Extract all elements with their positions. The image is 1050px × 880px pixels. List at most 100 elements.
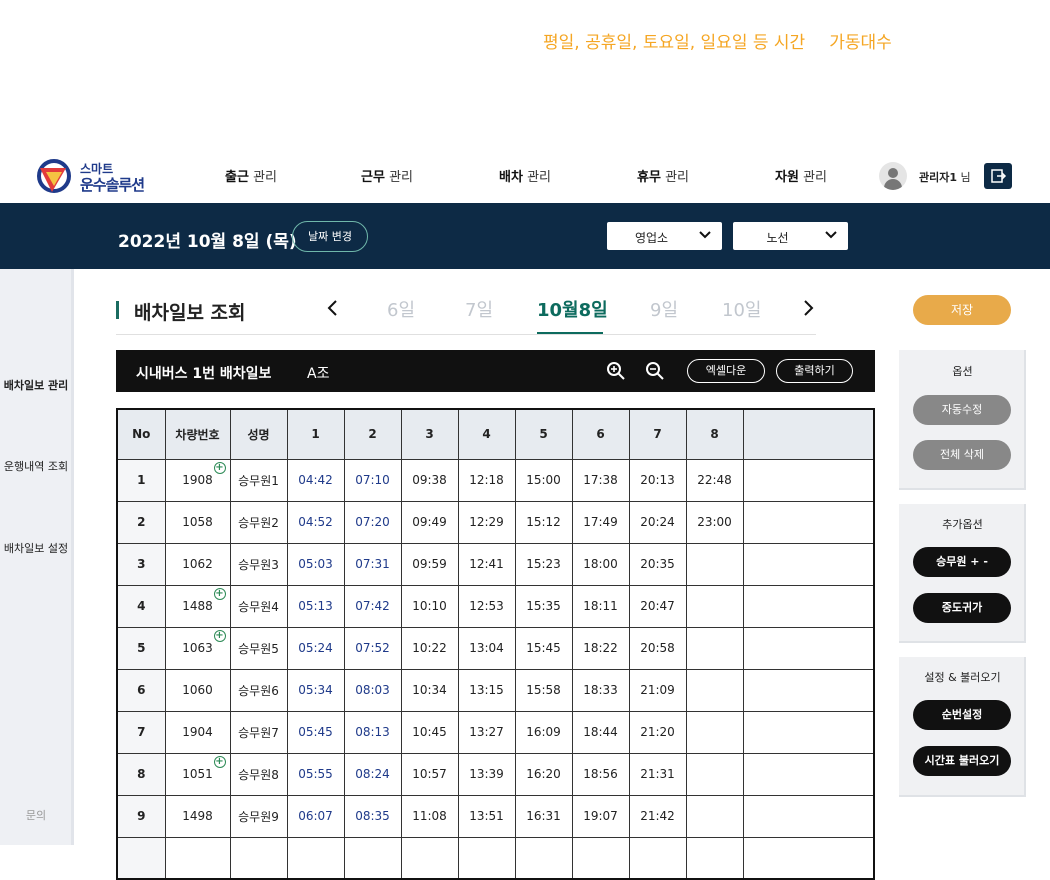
vehicle-number[interactable]: 1062: [164, 542, 231, 586]
crew-name[interactable]: 승무원7: [229, 710, 288, 754]
crew-name[interactable]: 승무원4: [229, 584, 288, 628]
row-number[interactable]: 4: [116, 584, 166, 628]
trip-time[interactable]: 07:10: [343, 458, 402, 502]
trip-time[interactable]: 12:53: [457, 584, 516, 628]
trip-time[interactable]: 21:20: [628, 710, 687, 754]
day-tab-10[interactable]: 10일: [722, 296, 761, 322]
vehicle-number[interactable]: 1498: [164, 794, 231, 838]
trip-time[interactable]: 10:57: [400, 752, 459, 796]
trip-time[interactable]: 16:31: [514, 794, 573, 838]
row-number[interactable]: 5: [116, 626, 166, 670]
table-row[interactable]: 9 1498 승무원9 06:07 08:35 11:08 13:51 16:31 19:07 2…: [116, 794, 875, 838]
trip-time[interactable]: 04:52: [286, 500, 345, 544]
crew-name[interactable]: 승무원5: [229, 626, 288, 670]
trip-time[interactable]: 15:35: [514, 584, 573, 628]
trip-time[interactable]: 11:08: [400, 794, 459, 838]
trip-time[interactable]: 12:41: [457, 542, 516, 586]
trip-time[interactable]: [685, 542, 744, 586]
table-row[interactable]: 7 1904 승무원7 05:45 08:13 10:45 13:27 16:09 18:44 2…: [116, 710, 875, 754]
trip-time[interactable]: 07:42: [343, 584, 402, 628]
crew-add-remove-button[interactable]: 승무원 + -: [913, 547, 1011, 577]
trip-time[interactable]: 19:07: [571, 794, 630, 838]
trip-time[interactable]: [685, 584, 744, 628]
order-settings-button[interactable]: 순번설정: [913, 700, 1011, 730]
add-circle-icon[interactable]: +: [213, 629, 226, 642]
add-circle-icon[interactable]: +: [213, 755, 226, 768]
trip-time[interactable]: 15:45: [514, 626, 573, 670]
trip-time[interactable]: 08:13: [343, 710, 402, 754]
excel-download-button[interactable]: 엑셀다운: [687, 359, 765, 383]
vehicle-number[interactable]: 1063 +: [164, 626, 231, 670]
logo[interactable]: 스마트 운수솔루션: [36, 158, 156, 194]
vehicle-number[interactable]: 1908 +: [164, 458, 231, 502]
trip-time[interactable]: 22:48: [685, 458, 744, 502]
crew-name[interactable]: 승무원2: [229, 500, 288, 544]
trip-time[interactable]: 04:42: [286, 458, 345, 502]
table-row[interactable]: 6 1060 승무원6 05:34 08:03 10:34 13:15 15:58 18:33 2…: [116, 668, 875, 712]
trip-time[interactable]: 09:49: [400, 500, 459, 544]
vehicle-number[interactable]: 1051 +: [164, 752, 231, 796]
table-row[interactable]: 2 1058 승무원2 04:52 07:20 09:49 12:29 15:12 17:49 2…: [116, 500, 875, 544]
trip-time[interactable]: [685, 668, 744, 712]
vehicle-number[interactable]: 1488 +: [164, 584, 231, 628]
chevron-left-icon[interactable]: [326, 299, 340, 317]
trip-time[interactable]: 21:09: [628, 668, 687, 712]
trip-time[interactable]: 18:11: [571, 584, 630, 628]
vehicle-number[interactable]: 1058: [164, 500, 231, 544]
trip-time[interactable]: 10:10: [400, 584, 459, 628]
crew-name[interactable]: 승무원6: [229, 668, 288, 712]
early-return-button[interactable]: 중도귀가: [913, 593, 1011, 623]
trip-time[interactable]: 16:09: [514, 710, 573, 754]
day-tab-current[interactable]: 10월8일: [537, 296, 608, 322]
route-select[interactable]: 노선: [733, 222, 848, 250]
trip-time[interactable]: 10:22: [400, 626, 459, 670]
trip-time[interactable]: 13:04: [457, 626, 516, 670]
trip-time[interactable]: 06:07: [286, 794, 345, 838]
trip-time[interactable]: [685, 710, 744, 754]
table-row[interactable]: 8 1051 + 승무원8 05:55 08:24 10:57 13:39 16:20 18:56…: [116, 752, 875, 796]
trip-time[interactable]: 20:47: [628, 584, 687, 628]
row-number[interactable]: 1: [116, 458, 166, 502]
trip-time[interactable]: [685, 794, 744, 838]
table-row[interactable]: 4 1488 + 승무원4 05:13 07:42 10:10 12:53 15:35 18:11…: [116, 584, 875, 628]
trip-time[interactable]: 09:59: [400, 542, 459, 586]
menu-leave[interactable]: 휴무 관리: [637, 166, 689, 185]
auto-edit-button[interactable]: 자동수정: [913, 395, 1011, 425]
logout-button[interactable]: [984, 163, 1012, 189]
menu-dispatch[interactable]: 배차 관리: [499, 166, 551, 185]
trip-time[interactable]: 10:45: [400, 710, 459, 754]
trip-time[interactable]: 20:24: [628, 500, 687, 544]
row-number[interactable]: 3: [116, 542, 166, 586]
trip-time[interactable]: 15:23: [514, 542, 573, 586]
zoom-out-icon[interactable]: [645, 361, 665, 381]
trip-time[interactable]: 05:03: [286, 542, 345, 586]
trip-time[interactable]: 20:58: [628, 626, 687, 670]
trip-time[interactable]: 18:44: [571, 710, 630, 754]
trip-time[interactable]: 13:51: [457, 794, 516, 838]
trip-time[interactable]: 18:33: [571, 668, 630, 712]
trip-time[interactable]: [685, 626, 744, 670]
trip-time[interactable]: 05:45: [286, 710, 345, 754]
trip-time[interactable]: 07:52: [343, 626, 402, 670]
day-tab-6[interactable]: 6일: [387, 296, 415, 322]
trip-time[interactable]: 20:13: [628, 458, 687, 502]
trip-time[interactable]: 05:55: [286, 752, 345, 796]
trip-time[interactable]: 15:12: [514, 500, 573, 544]
crew-name[interactable]: 승무원1: [229, 458, 288, 502]
trip-time[interactable]: 13:27: [457, 710, 516, 754]
vehicle-number[interactable]: 1060: [164, 668, 231, 712]
trip-time[interactable]: [685, 752, 744, 796]
trip-time[interactable]: 18:22: [571, 626, 630, 670]
trip-time[interactable]: 09:38: [400, 458, 459, 502]
menu-attendance[interactable]: 출근 관리: [225, 166, 277, 185]
trip-time[interactable]: 05:24: [286, 626, 345, 670]
menu-resources[interactable]: 자원 관리: [775, 166, 827, 185]
trip-time[interactable]: 08:24: [343, 752, 402, 796]
day-tab-7[interactable]: 7일: [465, 296, 493, 322]
crew-name[interactable]: 승무원9: [229, 794, 288, 838]
load-timetable-button[interactable]: 시간표 불러오기: [913, 746, 1011, 776]
date-change-button[interactable]: 날짜 변경: [292, 221, 368, 252]
table-row[interactable]: 5 1063 + 승무원5 05:24 07:52 10:22 13:04 15:45 18:22…: [116, 626, 875, 670]
sidebar-item-dispatch-manage[interactable]: 배차일보 관리: [0, 378, 72, 393]
day-tab-9[interactable]: 9일: [650, 296, 678, 322]
